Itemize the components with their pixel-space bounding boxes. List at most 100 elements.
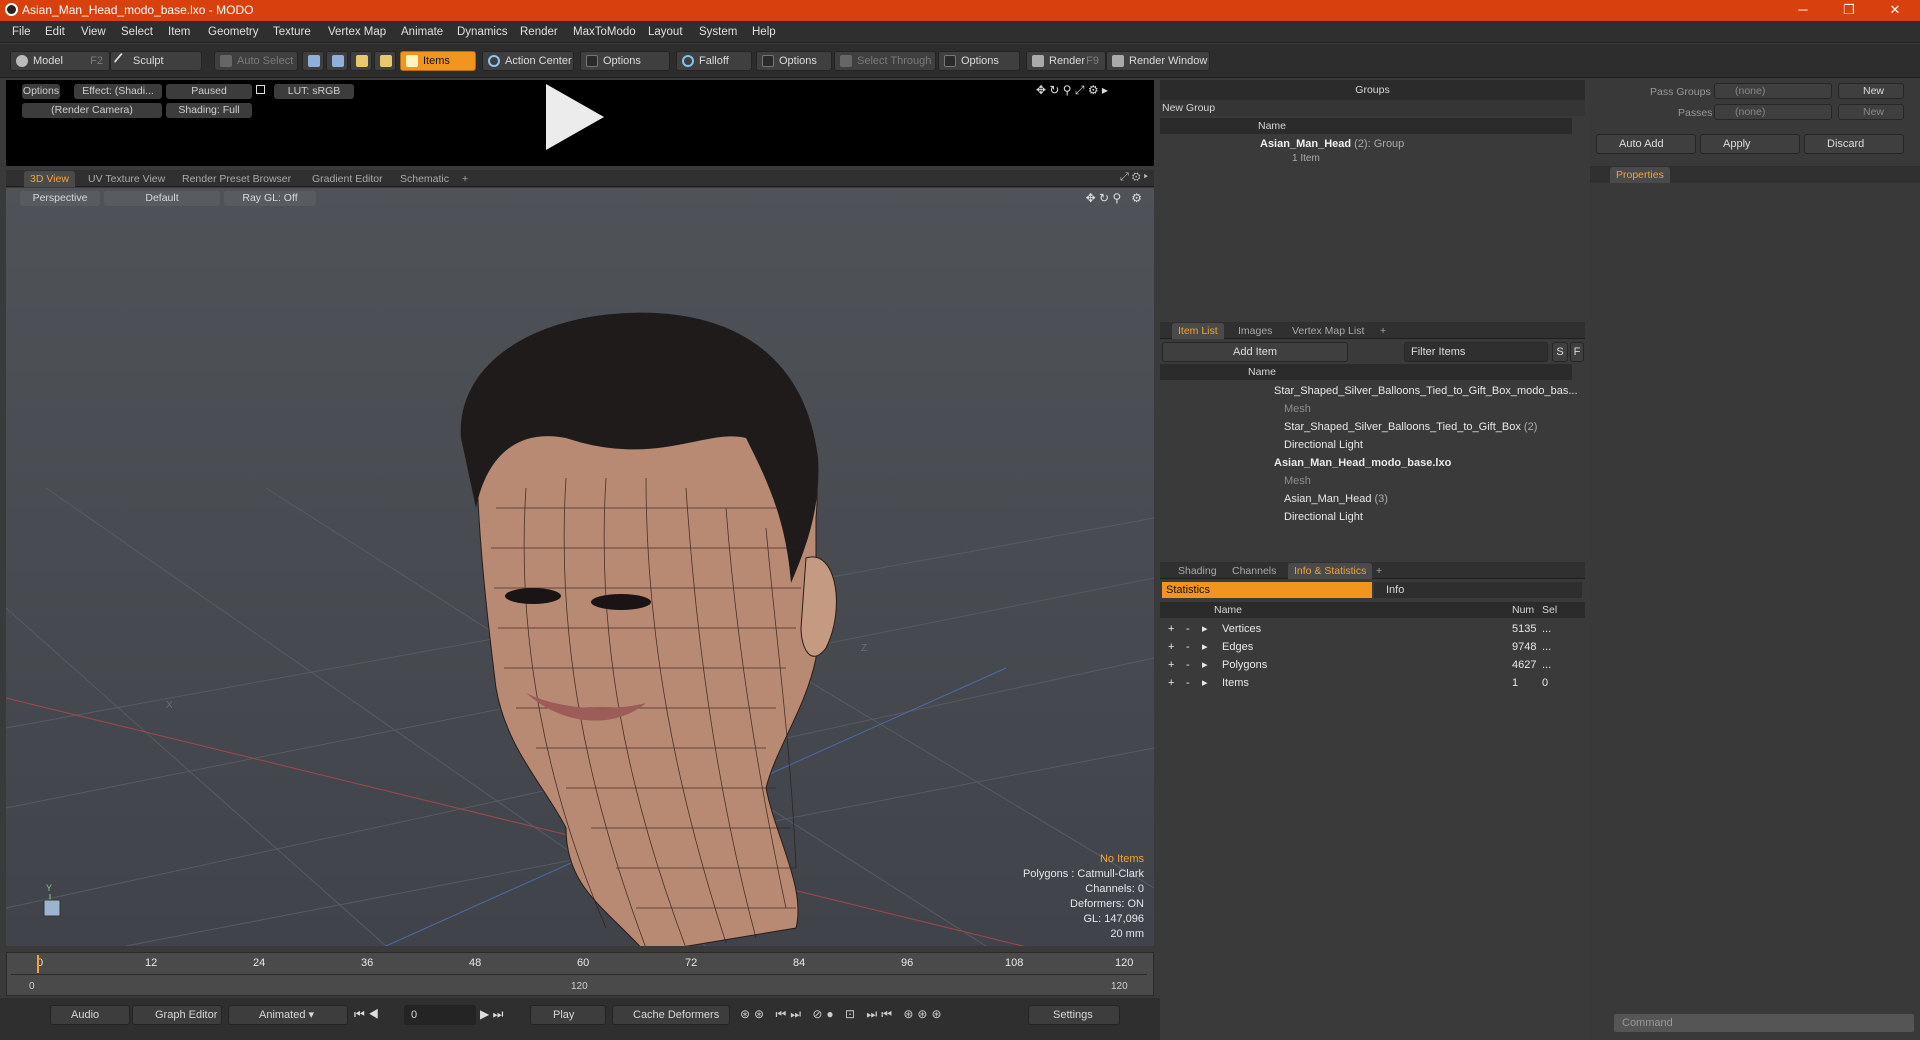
apply-button[interactable]: Apply: [1700, 134, 1800, 154]
transport-step-controls[interactable]: ⏮ ◀: [354, 1007, 379, 1022]
tab-channels[interactable]: Channels: [1226, 563, 1282, 579]
menu-select[interactable]: Select: [121, 26, 153, 38]
select-through-button[interactable]: Select Through: [834, 51, 936, 71]
tab-render-preset-browser[interactable]: Render Preset Browser: [176, 171, 297, 187]
3d-viewport[interactable]: X Z Y Perspective Default Ray GL: Off ✥ …: [6, 188, 1154, 946]
menu-view[interactable]: View: [81, 26, 106, 38]
polygons-mode-button[interactable]: [350, 51, 372, 71]
group-row[interactable]: Asian_Man_Head (2): Group: [1260, 138, 1404, 150]
new-group-button[interactable]: New Group: [1162, 102, 1215, 114]
falloff-button[interactable]: Falloff: [676, 51, 752, 71]
passes-dropdown[interactable]: (none): [1714, 104, 1832, 120]
menu-system[interactable]: System: [699, 26, 737, 38]
command-input[interactable]: Command: [1614, 1014, 1914, 1032]
preview-view-controls[interactable]: ✥ ↻ ⚲ ⤢ ⚙ ▸: [1036, 83, 1108, 98]
lock-icon[interactable]: [256, 85, 265, 94]
transport-forward-controls[interactable]: ▶ ⏭: [480, 1007, 503, 1022]
action-center-button[interactable]: Action Center: [482, 51, 574, 71]
sculpt-mode-button[interactable]: Sculpt: [110, 51, 202, 71]
list-item[interactable]: Mesh: [1284, 472, 1311, 490]
falloff-options-button[interactable]: Options: [756, 51, 832, 71]
new-pass-group-button[interactable]: New: [1838, 83, 1904, 99]
table-row[interactable]: + - ▸ Edges 9748...: [1160, 638, 1585, 656]
menu-help[interactable]: Help: [752, 26, 776, 38]
list-item[interactable]: Directional Light: [1284, 436, 1363, 454]
info-tab[interactable]: Info: [1374, 582, 1582, 598]
tab-properties[interactable]: Properties: [1610, 167, 1670, 183]
preview-paused-toggle[interactable]: Paused: [166, 84, 252, 99]
maximize-button[interactable]: ❐: [1826, 0, 1872, 21]
table-row[interactable]: + - ▸ Polygons 4627...: [1160, 656, 1585, 674]
auto-select-button[interactable]: Auto Select: [214, 51, 298, 71]
menu-render[interactable]: Render: [520, 26, 558, 38]
menu-layout[interactable]: Layout: [648, 26, 683, 38]
preview-effect-dropdown[interactable]: Effect: (Shadi...: [74, 84, 162, 99]
tab-images[interactable]: Images: [1232, 323, 1278, 339]
asian-man-head-model[interactable]: [460, 312, 837, 946]
tab-shading[interactable]: Shading: [1172, 563, 1223, 579]
list-item[interactable]: Star_Shaped_Silver_Balloons_Tied_to_Gift…: [1284, 418, 1537, 436]
timeline-ruler[interactable]: 0 12 24 36 48 60 72 84 96 108 120 0 120 …: [6, 952, 1154, 996]
discard-button[interactable]: Discard: [1804, 134, 1904, 154]
menu-item[interactable]: Item: [168, 26, 190, 38]
new-pass-button[interactable]: New: [1838, 104, 1904, 120]
tab-add[interactable]: +: [1370, 563, 1388, 579]
close-button[interactable]: ✕: [1872, 0, 1918, 21]
table-row[interactable]: + - ▸ Items 1 0: [1160, 674, 1585, 692]
tab-schematic[interactable]: Schematic: [394, 171, 455, 187]
shading-default-dropdown[interactable]: Default: [104, 191, 220, 206]
render-button[interactable]: Render F9: [1026, 51, 1106, 71]
vertices-mode-button[interactable]: [302, 51, 324, 71]
tab-gradient-editor[interactable]: Gradient Editor: [306, 171, 389, 187]
keyframe-tool-icons[interactable]: ⊛⊛ ⏮⏭ ⊘● ⊡ ⏭⏮ ⊛⊛⊛: [740, 1007, 946, 1022]
menu-animate[interactable]: Animate: [401, 26, 443, 38]
render-window-button[interactable]: Render Window: [1106, 51, 1210, 71]
minimize-button[interactable]: ─: [1780, 0, 1826, 21]
tab-item-list[interactable]: Item List: [1172, 323, 1224, 339]
edges-mode-button[interactable]: [326, 51, 348, 71]
timeline-playhead[interactable]: [37, 955, 39, 973]
statistics-tab[interactable]: Statistics: [1162, 582, 1372, 598]
menu-file[interactable]: File: [12, 26, 31, 38]
preview-camera-dropdown[interactable]: (Render Camera): [22, 103, 162, 118]
list-item[interactable]: Directional Light: [1284, 508, 1363, 526]
settings-button[interactable]: Settings: [1028, 1005, 1120, 1025]
add-item-dropdown[interactable]: Add Item: [1162, 342, 1348, 362]
action-center-options-button[interactable]: Options: [580, 51, 670, 71]
cache-deformers-button[interactable]: Cache Deformers: [612, 1005, 730, 1025]
pass-groups-dropdown[interactable]: (none): [1714, 83, 1832, 99]
viewport-panel-controls[interactable]: ⤢ ⚙ ▸: [1120, 171, 1148, 184]
tab-vertex-map-list[interactable]: Vertex Map List: [1286, 323, 1370, 339]
menu-vertex-map[interactable]: Vertex Map: [328, 26, 386, 38]
animated-dropdown[interactable]: Animated ▾: [228, 1005, 348, 1025]
viewport-nav-controls[interactable]: ✥ ↻ ⚲ ⚙: [1086, 191, 1142, 205]
tab-info-statistics[interactable]: Info & Statistics: [1288, 563, 1373, 579]
tab-uv-texture-view[interactable]: UV Texture View: [82, 171, 171, 187]
preview-lut-dropdown[interactable]: LUT: sRGB: [274, 84, 354, 99]
tab-add[interactable]: +: [1374, 323, 1392, 339]
filter-s-button[interactable]: S: [1552, 342, 1568, 362]
menu-dynamics[interactable]: Dynamics: [457, 26, 507, 38]
auto-add-button[interactable]: Auto Add: [1596, 134, 1696, 154]
list-item[interactable]: Asian_Man_Head (3): [1284, 490, 1388, 508]
play-button[interactable]: Play: [530, 1005, 606, 1025]
menu-edit[interactable]: Edit: [45, 26, 65, 38]
tab-3d-view[interactable]: 3D View: [24, 171, 75, 187]
preview-options-button[interactable]: Options: [22, 84, 60, 99]
items-mode-button[interactable]: Items: [400, 51, 476, 71]
materials-mode-button[interactable]: [374, 51, 396, 71]
play-icon[interactable]: [546, 84, 604, 150]
list-item[interactable]: Mesh: [1284, 400, 1311, 418]
filter-f-button[interactable]: F: [1570, 342, 1584, 362]
graph-editor-button[interactable]: Graph Editor: [132, 1005, 222, 1025]
list-item[interactable]: Star_Shaped_Silver_Balloons_Tied_to_Gift…: [1274, 382, 1578, 400]
list-item[interactable]: Asian_Man_Head_modo_base.lxo: [1274, 454, 1451, 472]
current-frame-input[interactable]: 0: [404, 1005, 476, 1025]
preview-shading-dropdown[interactable]: Shading: Full: [166, 103, 252, 118]
audio-button[interactable]: Audio: [50, 1005, 130, 1025]
table-row[interactable]: + - ▸ Vertices 5135...: [1160, 620, 1585, 638]
select-through-options-button[interactable]: Options: [938, 51, 1020, 71]
raygl-toggle[interactable]: Ray GL: Off: [224, 191, 316, 206]
model-mode-button[interactable]: Model F2: [10, 51, 110, 71]
tab-add[interactable]: +: [456, 171, 474, 187]
